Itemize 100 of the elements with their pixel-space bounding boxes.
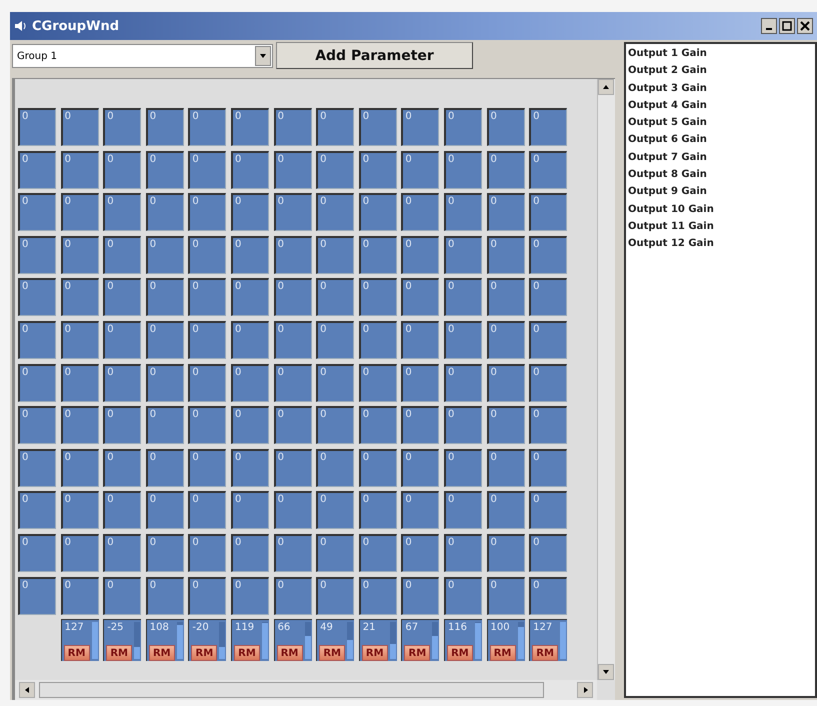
rm-button[interactable]: RM — [64, 644, 90, 661]
matrix-cell[interactable]: 0 — [146, 108, 184, 146]
matrix-cell[interactable]: 0 — [274, 108, 312, 146]
rm-button[interactable]: RM — [532, 644, 558, 661]
matrix-cell[interactable]: 0 — [316, 534, 354, 572]
matrix-cell[interactable]: 0 — [18, 406, 56, 444]
matrix-cell[interactable]: 0 — [316, 576, 354, 615]
matrix-cell[interactable]: 0 — [230, 278, 269, 316]
matrix-cell[interactable]: 0 — [103, 108, 142, 146]
matrix-cell[interactable]: 0 — [316, 150, 354, 189]
matrix-cell[interactable]: 0 — [18, 364, 56, 402]
rm-button[interactable]: RM — [191, 644, 218, 661]
matrix-cell[interactable]: 0 — [358, 236, 397, 274]
matrix-cell[interactable]: 0 — [444, 236, 482, 274]
matrix-cell[interactable]: 0 — [444, 320, 482, 359]
matrix-cell[interactable]: 0 — [230, 150, 269, 189]
matrix-cell[interactable]: 0 — [230, 364, 269, 402]
matrix-cell[interactable]: 0 — [18, 534, 56, 572]
matrix-cell[interactable]: 0 — [401, 406, 440, 444]
matrix-cell[interactable]: 0 — [444, 406, 482, 444]
matrix-cell[interactable]: 0 — [188, 108, 226, 146]
matrix-cell[interactable]: 0 — [188, 364, 226, 402]
matrix-cell[interactable]: 0 — [103, 491, 142, 530]
matrix-cell[interactable]: 0 — [60, 278, 99, 316]
matrix-cell[interactable]: 0 — [358, 150, 397, 189]
parameter-list-item[interactable]: Output 1 Gain — [628, 45, 813, 62]
parameter-list-item[interactable]: Output 11 Gain — [628, 218, 813, 236]
matrix-cell[interactable]: 0 — [401, 364, 440, 402]
parameter-list-item[interactable]: Output 7 Gain — [628, 148, 813, 166]
matrix-cell[interactable]: 0 — [60, 406, 99, 444]
matrix-cell[interactable]: 0 — [18, 576, 56, 615]
matrix-cell[interactable]: 0 — [316, 236, 354, 274]
matrix-cell[interactable]: 0 — [486, 491, 525, 530]
matrix-cell[interactable]: 0 — [486, 448, 525, 487]
matrix-cell[interactable]: 0 — [401, 150, 440, 189]
matrix-cell[interactable]: 0 — [103, 193, 142, 232]
matrix-cell[interactable]: 0 — [103, 448, 142, 487]
rm-button[interactable]: RM — [362, 644, 388, 661]
matrix-cell[interactable]: 0 — [358, 108, 397, 146]
matrix-cell[interactable]: 0 — [146, 534, 184, 572]
matrix-cell[interactable]: 0 — [188, 236, 226, 274]
matrix-cell[interactable]: 0 — [146, 364, 184, 402]
matrix-cell[interactable]: 0 — [274, 364, 312, 402]
matrix-cell[interactable]: 0 — [230, 406, 269, 444]
matrix-cell[interactable]: 0 — [103, 406, 142, 444]
matrix-cell[interactable]: 0 — [316, 320, 354, 359]
matrix-cell[interactable]: 0 — [60, 364, 99, 402]
matrix-cell[interactable]: 0 — [230, 491, 269, 530]
matrix-cell[interactable]: 0 — [274, 576, 312, 615]
matrix-cell[interactable]: 0 — [444, 108, 482, 146]
matrix-cell[interactable]: 0 — [401, 576, 440, 615]
matrix-cell[interactable]: 0 — [316, 364, 354, 402]
matrix-cell[interactable]: 0 — [146, 320, 184, 359]
matrix-cell[interactable]: 0 — [529, 448, 568, 487]
matrix-cell[interactable]: 0 — [18, 193, 56, 232]
add-parameter-button[interactable]: Add Parameter — [276, 42, 473, 69]
matrix-cell[interactable]: 0 — [529, 534, 568, 572]
matrix-cell[interactable]: 0 — [401, 448, 440, 487]
matrix-cell[interactable]: 0 — [529, 236, 568, 274]
matrix-cell[interactable]: 0 — [18, 150, 56, 189]
matrix-cell[interactable]: 0 — [486, 193, 525, 232]
matrix-cell[interactable]: 0 — [103, 236, 142, 274]
matrix-cell[interactable]: 0 — [529, 364, 568, 402]
matrix-cell[interactable]: 0 — [146, 278, 184, 316]
matrix-cell[interactable]: 0 — [358, 448, 397, 487]
matrix-cell[interactable]: 0 — [188, 193, 226, 232]
matrix-cell[interactable]: 0 — [146, 576, 184, 615]
matrix-cell[interactable]: 0 — [146, 150, 184, 189]
rm-button[interactable]: RM — [319, 644, 346, 661]
rm-button[interactable]: RM — [234, 644, 260, 661]
matrix-cell[interactable]: 0 — [188, 448, 226, 487]
vertical-scrollbar[interactable] — [597, 79, 615, 680]
matrix-cell[interactable]: 0 — [401, 108, 440, 146]
matrix-cell[interactable]: 0 — [444, 534, 482, 572]
matrix-cell[interactable]: 0 — [529, 150, 568, 189]
matrix-cell[interactable]: 0 — [103, 320, 142, 359]
matrix-cell[interactable]: 0 — [274, 491, 312, 530]
matrix-cell[interactable]: 0 — [401, 278, 440, 316]
matrix-cell[interactable]: 0 — [358, 278, 397, 316]
matrix-cell[interactable]: 0 — [146, 236, 184, 274]
matrix-cell[interactable]: 0 — [230, 320, 269, 359]
rm-button[interactable]: RM — [276, 644, 303, 661]
matrix-cell[interactable]: 0 — [103, 534, 142, 572]
matrix-cell[interactable]: 0 — [316, 108, 354, 146]
matrix-cell[interactable]: 0 — [486, 406, 525, 444]
parameter-list-item[interactable]: Output 6 Gain — [628, 131, 813, 149]
matrix-cell[interactable]: 0 — [358, 406, 397, 444]
matrix-cell[interactable]: 0 — [486, 150, 525, 189]
matrix-cell[interactable]: 0 — [230, 108, 269, 146]
matrix-cell[interactable]: 0 — [486, 576, 525, 615]
matrix-cell[interactable]: 0 — [529, 576, 568, 615]
matrix-cell[interactable]: 0 — [444, 193, 482, 232]
matrix-cell[interactable]: 0 — [486, 320, 525, 359]
matrix-cell[interactable]: 0 — [401, 236, 440, 274]
parameter-list-item[interactable]: Output 2 Gain — [628, 62, 813, 80]
matrix-cell[interactable]: 0 — [486, 108, 525, 146]
matrix-cell[interactable]: 0 — [146, 491, 184, 530]
scroll-left-button[interactable] — [19, 682, 35, 698]
matrix-cell[interactable]: 0 — [18, 236, 56, 274]
matrix-cell[interactable]: 0 — [274, 193, 312, 232]
